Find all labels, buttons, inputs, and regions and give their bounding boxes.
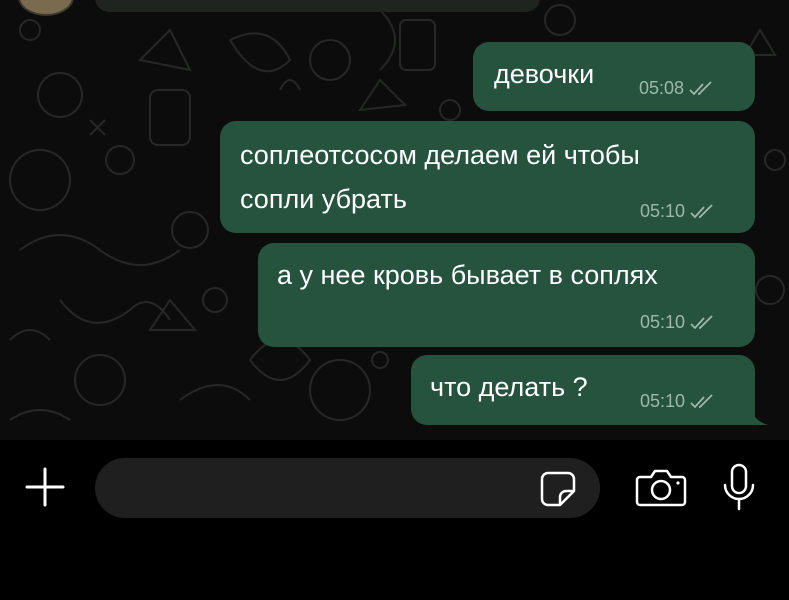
read-receipt-icon <box>689 80 712 95</box>
message-text-line-2: сопли убрать <box>240 184 407 214</box>
message-meta: 05:10 <box>640 201 717 222</box>
message-time: 05:10 <box>640 312 686 332</box>
read-receipt-icon <box>690 393 713 408</box>
attach-plus-icon[interactable] <box>24 466 66 508</box>
message-bubble[interactable]: что делать ? 05:10 <box>411 355 755 425</box>
message-time: 05:10 <box>640 391 686 411</box>
read-receipt-icon <box>690 314 713 329</box>
message-bubble[interactable]: девочки 05:08 <box>473 42 755 111</box>
sticker-icon[interactable] <box>538 469 578 509</box>
message-bubble[interactable]: соплеотсосом делаем ей чтобы сопли убрат… <box>220 121 755 233</box>
message-text-line-1: соплеотсосом делаем ей чтобы <box>240 140 640 170</box>
message-bubble[interactable]: а у нее кровь бывает в соплях 05:10 <box>258 243 755 347</box>
message-text: а у нее кровь бывает в соплях <box>277 260 658 290</box>
message-time: 05:08 <box>639 78 685 98</box>
message-time: 05:10 <box>640 201 686 221</box>
message-input-field[interactable] <box>95 458 600 518</box>
message-meta: 05:08 <box>639 78 716 99</box>
message-text: девочки <box>494 59 595 89</box>
message-input[interactable] <box>117 468 521 510</box>
camera-icon[interactable] <box>634 468 688 508</box>
microphone-icon[interactable] <box>721 463 757 511</box>
previous-message-bubble <box>95 0 540 12</box>
message-text: что делать ? <box>430 372 588 402</box>
bubble-tail <box>748 405 768 425</box>
read-receipt-icon <box>690 203 713 218</box>
message-meta: 05:10 <box>640 391 717 412</box>
message-meta: 05:10 <box>640 312 717 333</box>
chat-area: девочки 05:08 соплеотсосом делаем ей что… <box>0 0 789 440</box>
